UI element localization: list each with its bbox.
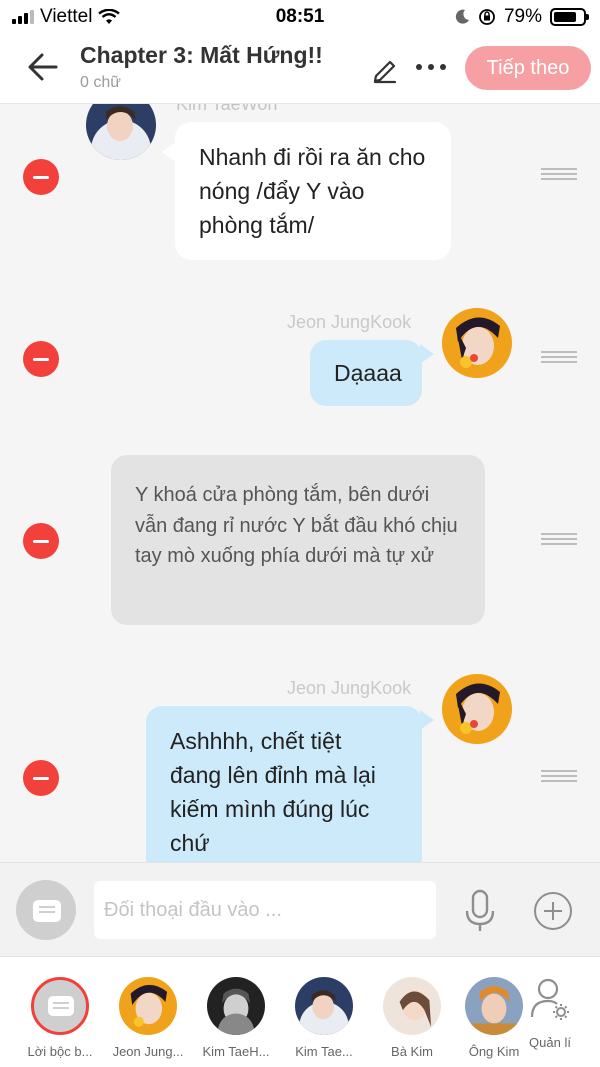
dialogue-input[interactable] xyxy=(94,881,436,939)
message-icon xyxy=(48,996,74,1016)
speaker-name: Jeon JungKook xyxy=(287,312,412,332)
character-label: Kim Tae... xyxy=(295,1044,353,1059)
avatar xyxy=(119,977,177,1035)
chapter-title: Chapter 3: Mất Hứng!! xyxy=(80,42,323,68)
manage-label: Quản lí xyxy=(529,1035,571,1050)
drag-handle-icon[interactable] xyxy=(541,351,577,363)
remove-message-button[interactable] xyxy=(23,159,59,195)
add-button[interactable] xyxy=(534,892,572,930)
more-options-icon[interactable] xyxy=(416,64,446,70)
drag-handle-icon[interactable] xyxy=(541,770,577,782)
drag-handle-icon[interactable] xyxy=(541,533,577,545)
avatar xyxy=(207,977,265,1035)
message-icon xyxy=(33,900,61,922)
speaker-name: Kim TaeWon xyxy=(176,104,278,114)
character-label: Lời bộc b... xyxy=(27,1044,93,1059)
top-bar: Chapter 3: Mất Hứng!! 0 chữ Tiếp theo xyxy=(0,34,600,104)
character-label: Kim TaeH... xyxy=(202,1044,270,1059)
next-button[interactable]: Tiếp theo xyxy=(465,46,591,90)
word-count: 0 chữ xyxy=(80,74,121,91)
character-narration[interactable]: Lời bộc b... xyxy=(18,977,102,1059)
character-jeon-jungkook[interactable]: Jeon Jung... xyxy=(106,977,190,1059)
avatar[interactable] xyxy=(86,104,156,160)
orientation-lock-icon xyxy=(479,9,495,25)
avatar xyxy=(383,977,441,1035)
message-bubble[interactable]: Ashhhh, chết tiệt đang lên đỉnh mà lại k… xyxy=(146,706,422,862)
avatar[interactable] xyxy=(442,308,512,378)
message-bubble[interactable]: Nhanh đi rồi ra ăn cho nóng /đẩy Y vào p… xyxy=(175,122,451,260)
character-kim-tae[interactable]: Kim Tae... xyxy=(282,977,366,1059)
character-label: Bà Kim xyxy=(391,1044,433,1059)
chat-area: Kim TaeWon Nhanh đi rồi ra ăn cho nóng /… xyxy=(0,104,600,862)
character-bar: Lời bộc b... Jeon Jung... Kim TaeH... Ki… xyxy=(0,956,600,1067)
battery-icon xyxy=(550,8,589,26)
microphone-icon[interactable] xyxy=(462,889,498,933)
compose-bar xyxy=(0,862,600,956)
manage-characters-button[interactable]: Quản lí xyxy=(520,977,580,1050)
character-ba-kim[interactable]: Bà Kim xyxy=(370,977,454,1059)
avatar xyxy=(295,977,353,1035)
status-bar: Viettel 08:51 79% xyxy=(0,0,600,34)
moon-icon xyxy=(455,9,469,24)
drag-handle-icon[interactable] xyxy=(541,168,577,180)
character-kim-taeh[interactable]: Kim TaeH... xyxy=(194,977,278,1059)
back-arrow-icon[interactable] xyxy=(26,50,60,84)
battery-percent: 79% xyxy=(503,6,542,27)
user-settings-icon xyxy=(530,978,569,1020)
remove-message-button[interactable] xyxy=(23,760,59,796)
edit-pencil-icon[interactable] xyxy=(370,54,400,84)
message-bubble[interactable]: Dạaaa xyxy=(310,340,422,406)
narration-avatar xyxy=(31,977,89,1035)
narration-bubble[interactable]: Y khoá cửa phòng tắm, bên dưới vẫn đang … xyxy=(111,455,485,625)
remove-message-button[interactable] xyxy=(23,341,59,377)
avatar[interactable] xyxy=(442,674,512,744)
speaker-name: Jeon JungKook xyxy=(287,678,412,698)
character-label: Jeon Jung... xyxy=(112,1044,184,1059)
avatar xyxy=(465,977,523,1035)
narration-toggle-button[interactable] xyxy=(16,880,76,940)
remove-message-button[interactable] xyxy=(23,523,59,559)
